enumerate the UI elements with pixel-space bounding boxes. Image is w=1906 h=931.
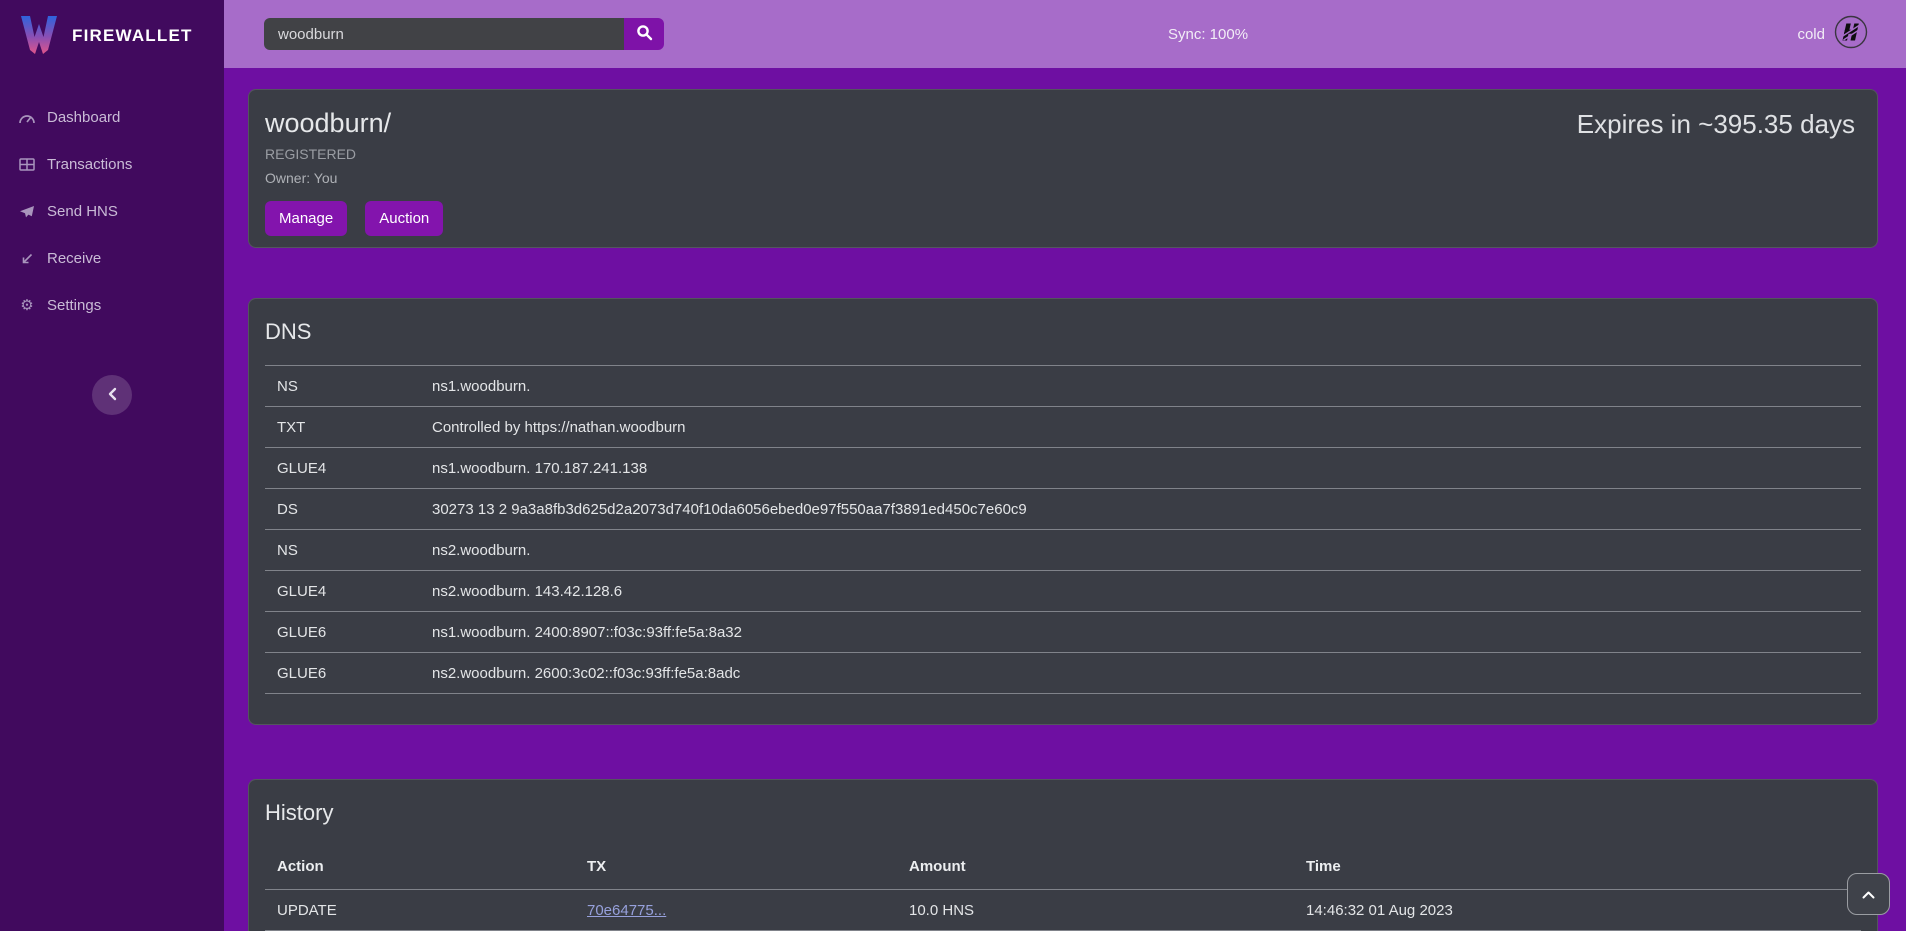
history-action: UPDATE xyxy=(265,890,575,931)
domain-status: REGISTERED xyxy=(265,146,1861,162)
sidebar-item-transactions[interactable]: Transactions xyxy=(0,141,224,188)
sidebar-item-send-hns[interactable]: Send HNS xyxy=(0,188,224,235)
dns-record-type: GLUE6 xyxy=(265,653,420,694)
dns-record-type: GLUE6 xyxy=(265,612,420,653)
dns-record-type: NS xyxy=(265,530,420,571)
dns-record-value: ns1.woodburn. 170.187.241.138 xyxy=(420,448,1861,489)
dns-record-row: NS ns2.woodburn. xyxy=(265,530,1861,571)
send-icon xyxy=(18,205,36,218)
history-col-action: Action xyxy=(265,846,575,890)
chevron-up-icon xyxy=(1862,887,1875,902)
receive-arrow-icon xyxy=(18,252,36,266)
dns-record-row: DS 30273 13 2 9a3a8fb3d625d2a2073d740f10… xyxy=(265,489,1861,530)
dns-record-type: DS xyxy=(265,489,420,530)
gauge-icon xyxy=(18,111,36,125)
dns-record-type: TXT xyxy=(265,407,420,448)
dns-record-value: Controlled by https://nathan.woodburn xyxy=(420,407,1861,448)
gear-icon: ⚙ xyxy=(18,298,36,313)
wallet-name: cold xyxy=(1797,26,1825,43)
manage-button[interactable]: Manage xyxy=(265,201,347,236)
domain-card: woodburn/ REGISTERED Owner: You Manage A… xyxy=(248,89,1878,248)
dns-record-row: GLUE6 ns2.woodburn. 2600:3c02::f03c:93ff… xyxy=(265,653,1861,694)
history-title: History xyxy=(265,800,1861,826)
history-time: 14:46:32 01 Aug 2023 xyxy=(1294,890,1861,931)
sidebar-item-label: Dashboard xyxy=(47,109,120,126)
dns-table: NS ns1.woodburn. TXT Controlled by https… xyxy=(265,365,1861,694)
dns-record-value: ns2.woodburn. 143.42.128.6 xyxy=(420,571,1861,612)
domain-owner: Owner: You xyxy=(265,170,1861,186)
sidebar-item-settings[interactable]: ⚙ Settings xyxy=(0,282,224,329)
app-window: FIREWALLET Dashboard xyxy=(0,0,1906,931)
dns-record-row: GLUE6 ns1.woodburn. 2400:8907::f03c:93ff… xyxy=(265,612,1861,653)
history-table: Action TX Amount Time UPDATE 70e64775...… xyxy=(265,846,1861,931)
dns-record-type: GLUE4 xyxy=(265,448,420,489)
search-box xyxy=(264,18,664,50)
history-amount: 10.0 HNS xyxy=(897,890,1294,931)
search-icon xyxy=(636,24,653,44)
sidebar-item-label: Receive xyxy=(47,250,101,267)
dns-record-row: GLUE4 ns2.woodburn. 143.42.128.6 xyxy=(265,571,1861,612)
table-icon xyxy=(18,158,36,171)
dns-record-value: ns1.woodburn. xyxy=(420,366,1861,407)
sidebar-item-dashboard[interactable]: Dashboard xyxy=(0,94,224,141)
history-header-row: Action TX Amount Time xyxy=(265,846,1861,890)
dns-record-value: ns1.woodburn. 2400:8907::f03c:93ff:fe5a:… xyxy=(420,612,1861,653)
history-row: UPDATE 70e64775... 10.0 HNS 14:46:32 01 … xyxy=(265,890,1861,931)
history-col-amount: Amount xyxy=(897,846,1294,890)
chevron-left-icon xyxy=(108,387,117,404)
dns-record-row: NS ns1.woodburn. xyxy=(265,366,1861,407)
firewallet-logo-icon xyxy=(18,12,60,60)
auction-button[interactable]: Auction xyxy=(365,201,443,236)
dns-record-value: ns2.woodburn. xyxy=(420,530,1861,571)
sidebar-nav: Dashboard Transactions S xyxy=(0,94,224,329)
sidebar: FIREWALLET Dashboard xyxy=(0,0,224,931)
history-col-tx: TX xyxy=(575,846,897,890)
sidebar-collapse-button[interactable] xyxy=(92,375,132,415)
dns-record-type: NS xyxy=(265,366,420,407)
wallet-selector[interactable]: cold xyxy=(1797,15,1868,54)
dns-record-type: GLUE4 xyxy=(265,571,420,612)
sidebar-item-label: Send HNS xyxy=(47,203,118,220)
sync-status: Sync: 100% xyxy=(1168,26,1248,43)
sidebar-item-label: Settings xyxy=(47,297,101,314)
page-content: woodburn/ REGISTERED Owner: You Manage A… xyxy=(224,68,1906,931)
dns-record-row: TXT Controlled by https://nathan.woodbur… xyxy=(265,407,1861,448)
handshake-logo-icon xyxy=(1834,15,1868,54)
history-col-time: Time xyxy=(1294,846,1861,890)
sidebar-item-receive[interactable]: Receive xyxy=(0,235,224,282)
domain-actions: Manage Auction xyxy=(265,201,1861,236)
dns-title: DNS xyxy=(265,319,1861,345)
dns-record-value: ns2.woodburn. 2600:3c02::f03c:93ff:fe5a:… xyxy=(420,653,1861,694)
sidebar-item-label: Transactions xyxy=(47,156,132,173)
scroll-to-top-button[interactable] xyxy=(1847,873,1890,915)
brand-name: FIREWALLET xyxy=(72,26,193,46)
brand: FIREWALLET xyxy=(0,0,224,74)
search-button[interactable] xyxy=(624,18,664,50)
history-card: History Action TX Amount Time UPDATE xyxy=(248,779,1878,931)
dns-record-row: GLUE4 ns1.woodburn. 170.187.241.138 xyxy=(265,448,1861,489)
expires-label: Expires in ~395.35 days xyxy=(1577,109,1855,140)
topbar: Sync: 100% cold xyxy=(224,0,1906,68)
dns-record-value: 30273 13 2 9a3a8fb3d625d2a2073d740f10da6… xyxy=(420,489,1861,530)
dns-card: DNS NS ns1.woodburn. TXT Controlled by h… xyxy=(248,298,1878,725)
main-area: Sync: 100% cold xyxy=(224,0,1906,931)
search-input[interactable] xyxy=(264,18,624,50)
tx-link[interactable]: 70e64775... xyxy=(587,902,666,919)
